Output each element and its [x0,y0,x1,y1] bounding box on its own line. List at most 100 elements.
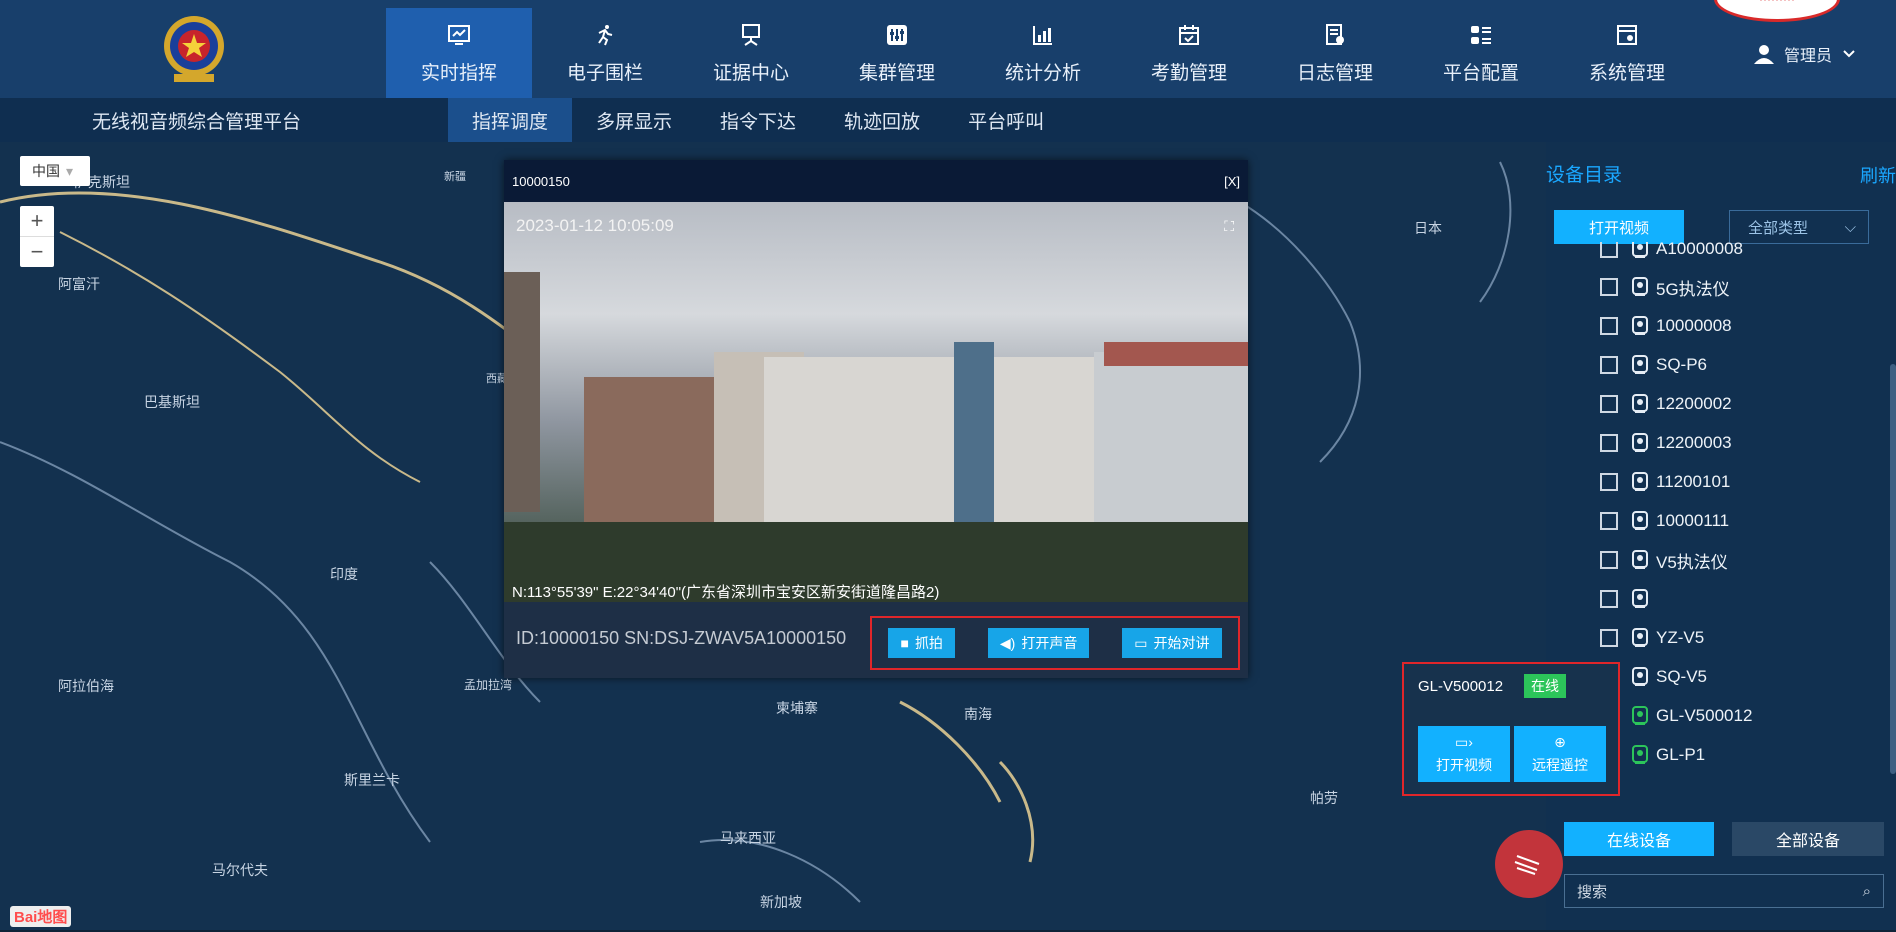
nav-item-system-management[interactable]: 系统管理 [1554,8,1700,98]
device-online-icon [1632,745,1648,764]
search-input[interactable]: 搜索 ⌕ [1564,874,1884,908]
list-item[interactable]: A10000008 [1600,242,1743,268]
tab-track-playback[interactable]: 轨迹回放 [820,98,944,142]
device-name: 5G执法仪 [1656,279,1730,299]
checkbox[interactable] [1600,629,1618,647]
popup-remote-control-button[interactable]: ⊕ 远程遥控 [1514,726,1606,782]
video-feed[interactable]: 2023-01-12 10:05:09 ⛶ N:113°55'39" E:22°… [504,202,1248,602]
device-directory-panel: 设备目录 刷新 打开视频 全部类型 ⌵ A10000008 5G执法仪 1000… [1546,142,1896,930]
nav-item-evidence-center[interactable]: 证据中心 [678,8,824,98]
zoom-in-button[interactable]: + [20,206,54,237]
start-intercom-button[interactable]: ▭ 开始对讲 [1122,628,1222,658]
list-item[interactable]: 12200002 [1600,385,1732,423]
settings-icon [1614,22,1640,48]
checkbox[interactable] [1600,356,1618,374]
video-frame [504,272,1248,602]
map-label: 斯里兰卡 [344,772,400,788]
checkbox[interactable] [1600,434,1618,452]
map-label: 印度 [330,566,358,582]
list-item[interactable]: V5执法仪 [1600,541,1728,579]
device-name: 11200101 [1656,472,1731,491]
user-menu[interactable]: 管理员 [1753,42,1856,66]
sub-nav: 指挥调度 多屏显示 指令下达 轨迹回放 平台呼叫 [448,98,1068,142]
device-popup: GL-V500012 在线 ▭› 打开视频 ⊕ 远程遥控 [1402,662,1620,796]
map-label: 马尔代夫 [212,862,268,878]
map-label: 帕劳 [1310,790,1338,806]
nav-item-label: 考勤管理 [1150,62,1227,84]
run-icon [592,22,618,48]
list-item[interactable]: 10000008 [1600,307,1732,345]
device-name: 10000008 [1656,316,1732,335]
list-item[interactable]: 10000111 [1600,502,1729,540]
device-icon [1632,511,1648,530]
list-item[interactable] [1600,580,1656,618]
nav-item-label: 证据中心 [712,62,789,84]
list-item[interactable]: 5G执法仪 [1600,268,1730,306]
baidu-map-logo: Bai地图 [10,906,72,927]
country-select[interactable]: 中国 ▾ [20,156,90,186]
nav-item-log-management[interactable]: 日志管理 [1262,8,1408,98]
checkbox[interactable] [1600,590,1618,608]
device-list-scrollbar[interactable] [1890,364,1896,774]
list-item[interactable]: GL-V500012 [1600,697,1752,735]
nav-item-realtime-command[interactable]: 实时指挥 [386,8,532,98]
platform-title: 无线视音频综合管理平台 [92,112,302,133]
nav-item-label: 统计分析 [1004,62,1081,84]
checkbox[interactable] [1600,473,1618,491]
device-icon [1632,589,1648,608]
online-devices-button[interactable]: 在线设备 [1564,822,1714,856]
capture-button[interactable]: ■ 抓拍 [888,628,955,658]
video-header: 10000150 [X] [504,160,1248,202]
nav-item-attendance[interactable]: 考勤管理 [1116,8,1262,98]
video-window: 10000150 [X] 2023-01-12 10:05:09 ⛶ N:113… [504,160,1248,678]
device-type-select[interactable]: 全部类型 ⌵ [1729,210,1869,244]
nav-item-statistics[interactable]: 统计分析 [970,8,1116,98]
device-name: YZ-V5 [1656,628,1705,647]
tab-issue-command[interactable]: 指令下达 [696,98,820,142]
floating-menu-button[interactable] [1495,830,1563,898]
zoom-out-button[interactable]: − [20,237,54,267]
speaker-icon: ◀) [999,634,1016,651]
popup-open-video-label: 打开视频 [1436,756,1492,773]
menu-lines-icon [1514,855,1540,875]
device-name: A10000008 [1656,242,1743,258]
checkbox[interactable] [1600,512,1618,530]
open-audio-button[interactable]: ◀) 打开声音 [987,628,1090,658]
refresh-button[interactable]: 刷新 [1860,162,1896,188]
nav-item-label: 平台配置 [1442,62,1519,84]
device-icon [1632,355,1648,374]
stamp-watermark: ········· [1714,0,1840,22]
tab-multi-screen[interactable]: 多屏显示 [572,98,696,142]
device-name: GL-P1 [1656,745,1706,764]
chevron-down-icon: ▾ [66,162,74,179]
device-icon [1632,667,1648,686]
list-item[interactable]: 11200101 [1600,463,1730,501]
all-devices-button[interactable]: 全部设备 [1732,822,1884,856]
map-label: 孟加拉湾 [464,678,513,692]
config-icon [1468,22,1494,48]
list-item[interactable]: YZ-V5 [1600,619,1704,657]
checkbox[interactable] [1600,278,1618,296]
popup-open-video-button[interactable]: ▭› 打开视频 [1418,726,1510,782]
intercom-icon: ▭ [1134,634,1148,651]
zoom-control: + − [20,206,54,267]
nav-item-platform-config[interactable]: 平台配置 [1408,8,1554,98]
tab-platform-call[interactable]: 平台呼叫 [944,98,1068,142]
device-icon [1632,472,1648,491]
checkbox[interactable] [1600,317,1618,335]
list-item[interactable]: SQ-P6 [1600,346,1707,384]
checkbox[interactable] [1600,551,1618,569]
nav-item-cluster-management[interactable]: 集群管理 [824,8,970,98]
list-item[interactable]: 12200003 [1600,424,1732,462]
nav-item-geofence[interactable]: 电子围栏 [532,8,678,98]
fullscreen-icon[interactable]: ⛶ [1224,218,1234,235]
checkbox[interactable] [1600,395,1618,413]
open-audio-label: 打开声音 [1021,635,1078,651]
video-title: 10000150 [512,173,570,189]
tab-command-dispatch[interactable]: 指挥调度 [448,98,573,142]
open-video-button[interactable]: 打开视频 [1554,210,1684,244]
device-name: V5执法仪 [1656,552,1728,572]
checkbox[interactable] [1600,242,1618,258]
video-close-button[interactable]: [X] [1224,174,1240,189]
device-icon [1632,394,1648,413]
